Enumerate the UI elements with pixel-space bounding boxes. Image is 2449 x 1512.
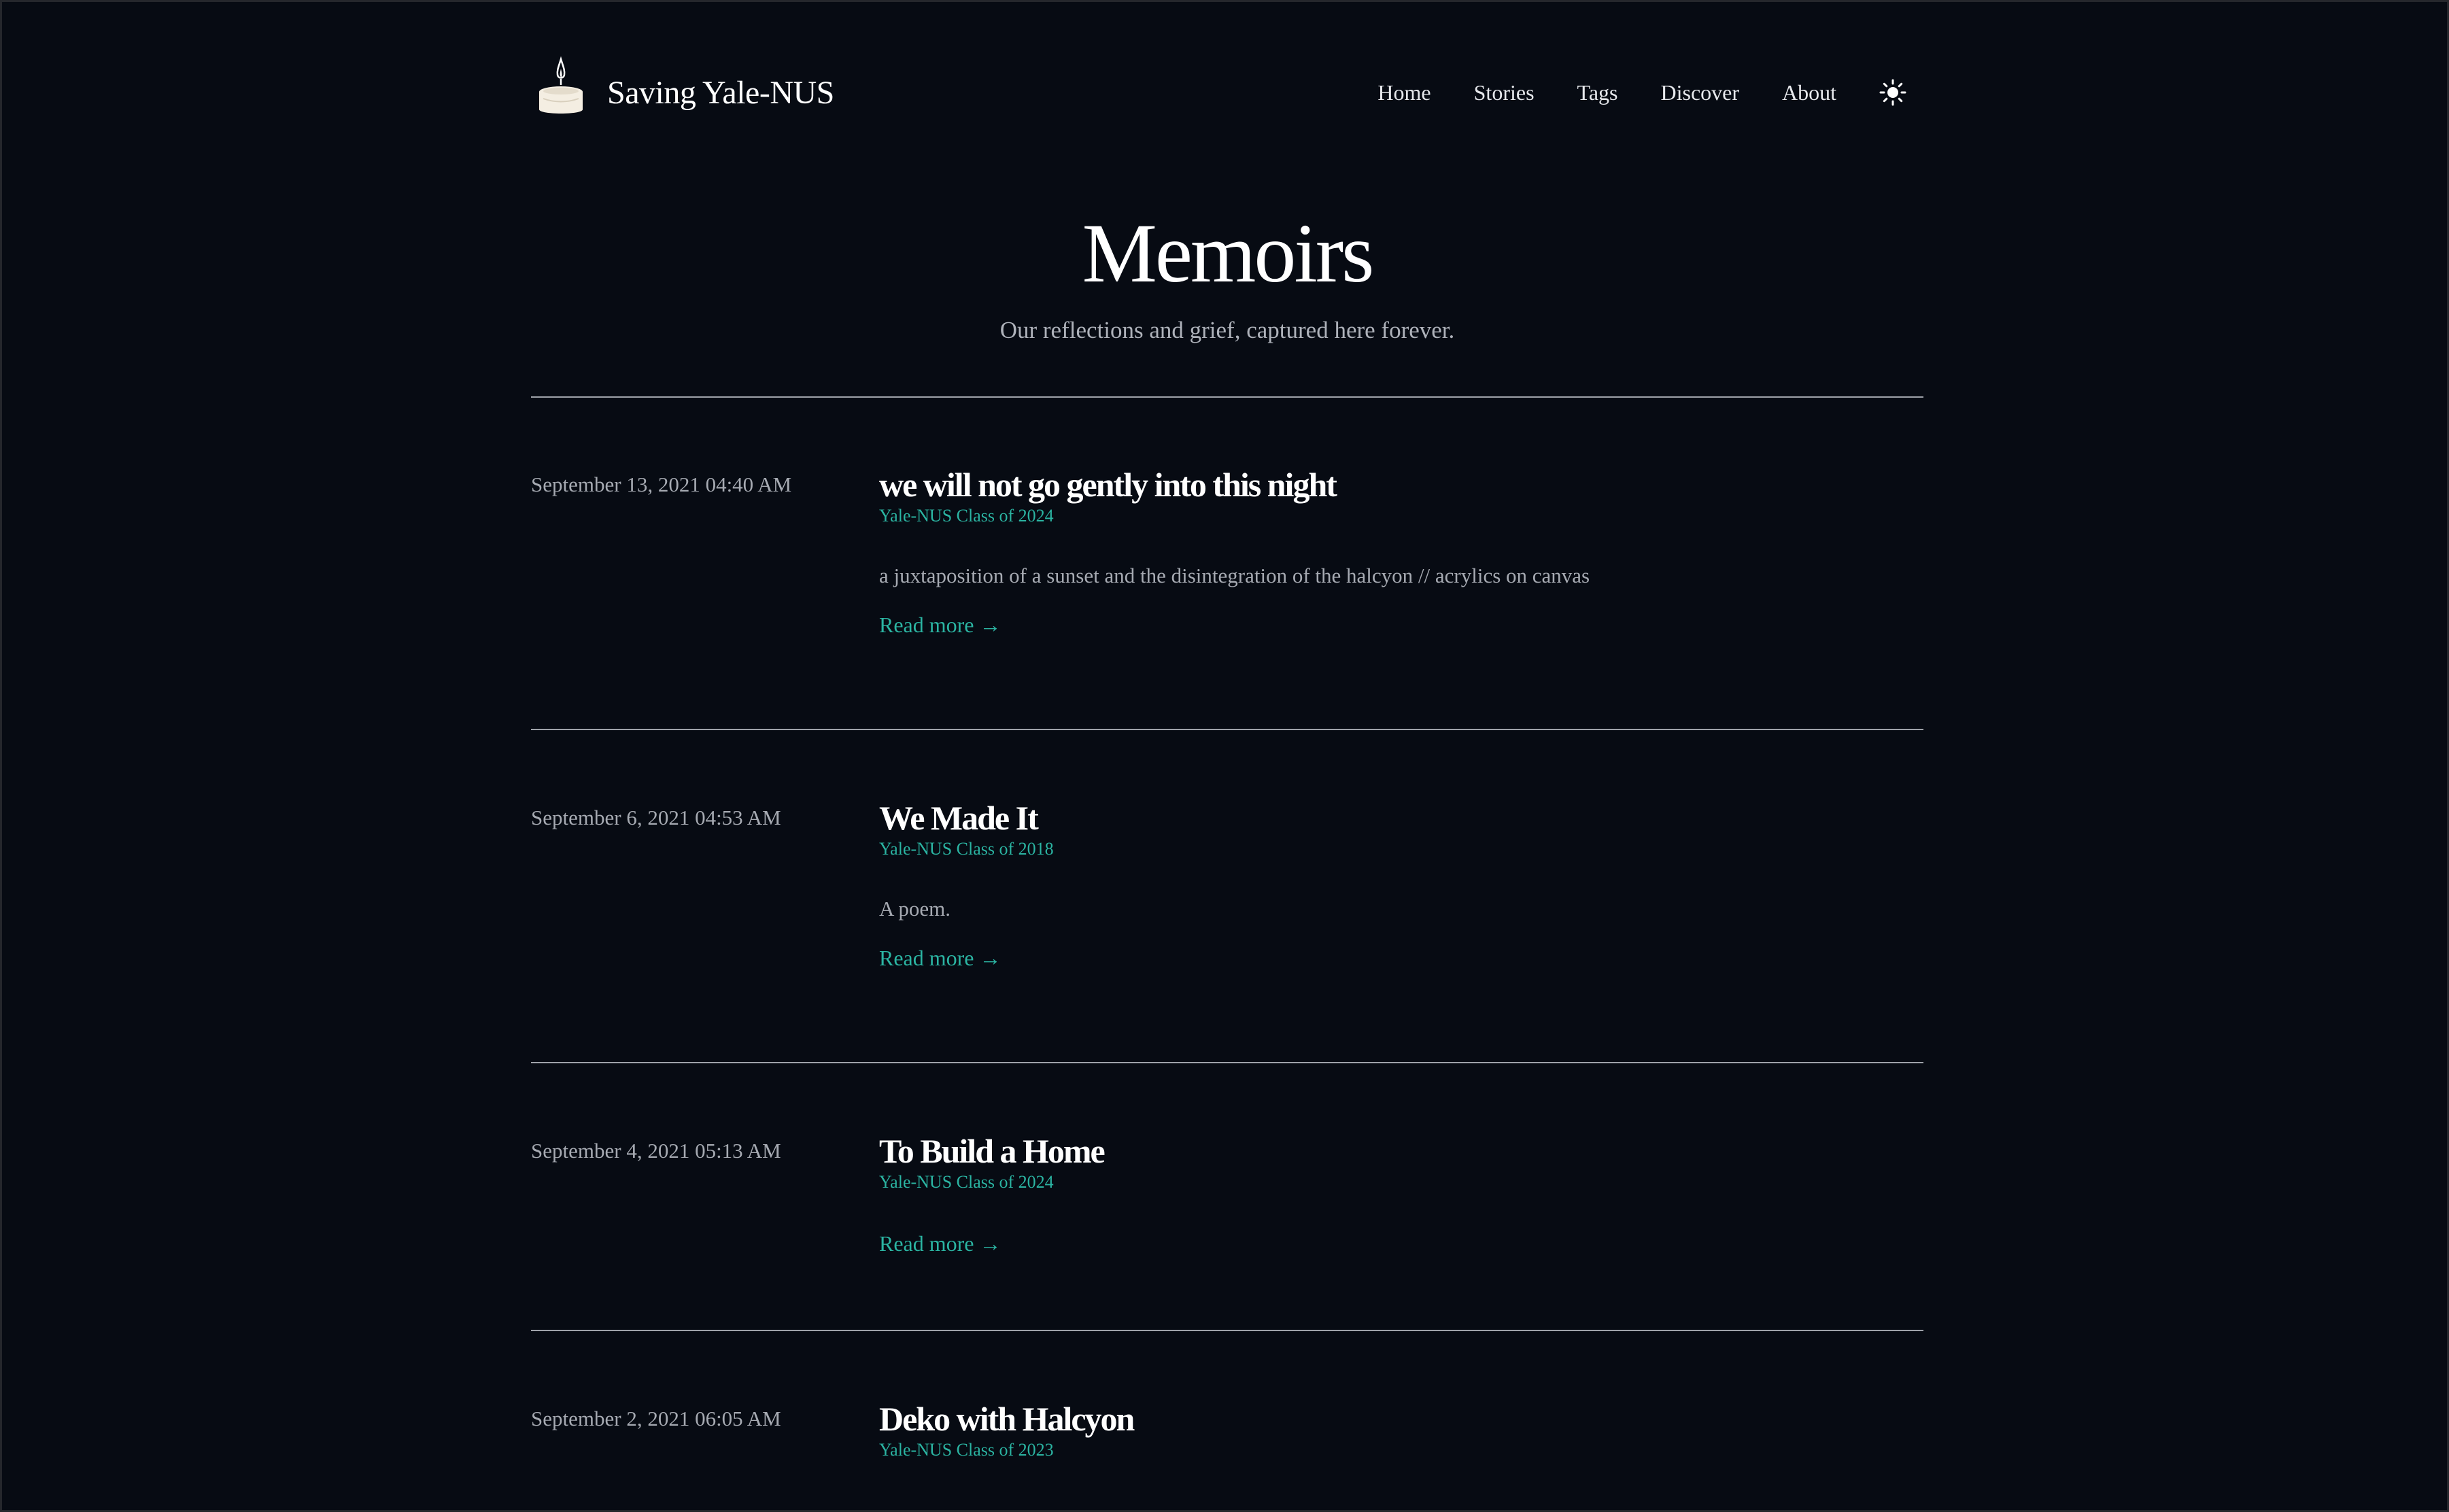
post-body: Deko with Halcyon Yale-NUS Class of 2023 [879,1397,1923,1462]
site-header: Saving Yale-NUS Home Stories Tags Discov… [531,50,1923,131]
post-date: September 2, 2021 06:05 AM [531,1407,781,1430]
divider [531,1062,1923,1063]
post-title[interactable]: We Made It [879,796,1923,840]
page-hero: Memoirs Our reflections and grief, captu… [531,199,1923,347]
read-more-link[interactable]: Read more → [879,944,1001,972]
read-more-link[interactable]: Read more → [879,611,1001,638]
divider [531,396,1923,398]
site-title: Saving Yale-NUS [607,74,834,111]
post-date: September 4, 2021 05:13 AM [531,1139,781,1163]
nav-item-discover[interactable]: Discover [1660,80,1739,105]
page-subtitle: Our reflections and grief, captured here… [999,317,1455,343]
post-author[interactable]: Yale-NUS Class of 2023 [879,1438,1054,1462]
theme-toggle-button[interactable] [1877,77,1908,108]
read-more-link[interactable]: Read more → [879,1230,1001,1257]
post-body: we will not go gently into this night Ya… [879,463,1923,638]
post-date: September 6, 2021 04:53 AM [531,806,781,829]
brand-link[interactable]: Saving Yale-NUS [536,54,834,116]
post-date: September 13, 2021 04:40 AM [531,472,792,496]
nav-item-tags[interactable]: Tags [1577,80,1618,105]
divider [531,1330,1923,1331]
nav-item-stories[interactable]: Stories [1474,80,1535,105]
main-nav: Home Stories Tags Discover About [1377,77,1923,108]
post-author[interactable]: Yale-NUS Class of 2018 [879,837,1054,861]
post-author[interactable]: Yale-NUS Class of 2024 [879,504,1054,528]
post-title[interactable]: we will not go gently into this night [879,463,1923,506]
page-title: Memoirs [1082,207,1375,300]
nav-item-about[interactable]: About [1782,80,1836,105]
post-body: To Build a Home Yale-NUS Class of 2024 R… [879,1129,1923,1257]
candle-icon [539,56,583,114]
post-summary: A poem. [879,897,951,921]
nav-item-home[interactable]: Home [1377,80,1431,105]
post-title[interactable]: Deko with Halcyon [879,1397,1923,1441]
divider [531,729,1923,730]
sun-icon [1879,79,1906,106]
post-body: We Made It Yale-NUS Class of 2018 A poem… [879,796,1923,972]
post-title[interactable]: To Build a Home [879,1129,1923,1173]
post-summary: a juxtaposition of a sunset and the disi… [879,564,1590,587]
post-author[interactable]: Yale-NUS Class of 2024 [879,1170,1054,1195]
